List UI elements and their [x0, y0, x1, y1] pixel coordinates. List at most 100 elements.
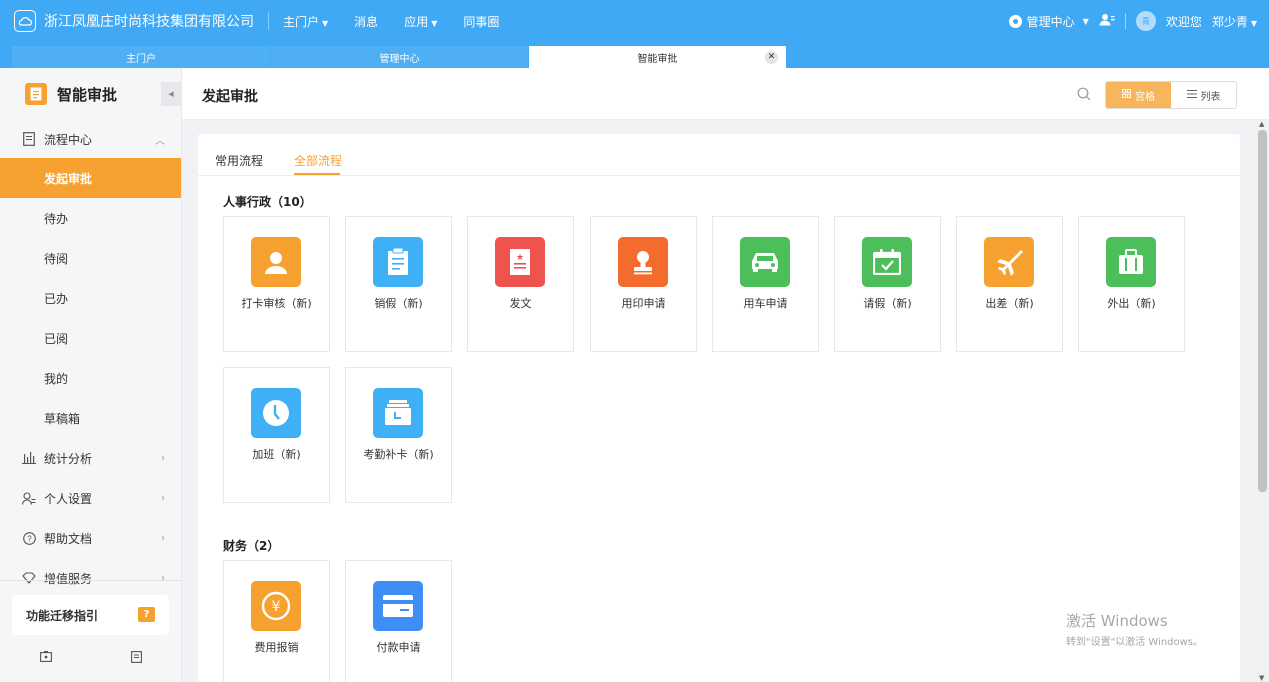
- person-icon: [251, 237, 301, 287]
- nav-messages[interactable]: 消息: [354, 13, 378, 30]
- card-label: 请假（新): [863, 297, 912, 310]
- tab-smart-approval[interactable]: 智能审批 ✕: [529, 46, 786, 68]
- calendar-icon: [862, 237, 912, 287]
- scroll-up-icon[interactable]: ▲: [1259, 120, 1264, 128]
- process-card-attendance-fix[interactable]: 考勤补卡（新): [345, 367, 452, 503]
- grid-icon: [1122, 89, 1131, 101]
- avatar[interactable]: 青: [1135, 11, 1156, 31]
- sidebar-item-done[interactable]: 已办: [0, 278, 181, 318]
- chevron-up-icon: ︿: [155, 135, 165, 147]
- help-icon: ?: [22, 531, 36, 545]
- menu-statistics[interactable]: 统计分析 ›: [0, 438, 181, 478]
- document-icon: ★: [495, 237, 545, 287]
- sidebar-item-start-approval[interactable]: 发起审批: [0, 158, 181, 198]
- stamp-icon: [618, 237, 668, 287]
- card-label: 外出（新): [1107, 297, 1156, 310]
- process-card-overtime[interactable]: 加班（新): [223, 367, 330, 503]
- scrollbar-thumb[interactable]: [1258, 130, 1267, 492]
- user-menu[interactable]: 郑少青 ▼: [1212, 13, 1257, 30]
- scroll-down-icon[interactable]: ▼: [1259, 674, 1264, 682]
- welcome-text: 欢迎您: [1165, 14, 1202, 29]
- notes-icon[interactable]: [130, 651, 142, 666]
- watermark-line1: 激活 Windows: [1066, 612, 1168, 630]
- menu-personal-settings[interactable]: 个人设置 ›: [0, 478, 181, 518]
- tab-admin-center[interactable]: 管理中心: [271, 46, 528, 68]
- menu-help-docs[interactable]: ? 帮助文档 ›: [0, 518, 181, 558]
- view-toggle: 宫格 列表: [1105, 81, 1237, 109]
- menu-label: 个人设置: [44, 491, 93, 506]
- nav-portal[interactable]: 主门户 ▼: [283, 13, 328, 30]
- migration-guide-button[interactable]: 功能迁移指引 ?: [12, 595, 169, 635]
- screen-icon[interactable]: [39, 651, 52, 666]
- card-label: 付款申请: [376, 641, 421, 654]
- scrollbar[interactable]: ▲ ▼: [1256, 120, 1269, 682]
- guide-label: 功能迁移指引: [26, 608, 99, 623]
- nav-apps[interactable]: 应用 ▼: [404, 13, 437, 30]
- collapse-sidebar-button[interactable]: ◀: [161, 82, 181, 106]
- page-title: 发起审批: [202, 89, 258, 105]
- list-view-label: 列表: [1200, 91, 1221, 103]
- chevron-right-icon: ›: [161, 532, 165, 544]
- process-card-issue-document[interactable]: ★ 发文: [467, 216, 574, 352]
- app-title: 智能审批: [57, 85, 118, 104]
- clock-icon: [251, 388, 301, 438]
- admin-center-menu[interactable]: 管理中心 ▼: [1008, 13, 1089, 30]
- section-title-hr: 人事行政（10）: [223, 195, 312, 209]
- process-card-payment-request[interactable]: 付款申请: [345, 560, 452, 682]
- top-right: 管理中心 ▼ 青 欢迎您 郑少青 ▼: [1008, 0, 1257, 42]
- company-name: 浙江凤凰庄时尚科技集团有限公司: [44, 14, 254, 30]
- process-card-punch-review[interactable]: 打卡审核（新): [223, 216, 330, 352]
- svg-text:?: ?: [27, 534, 32, 543]
- process-card-go-out[interactable]: 外出（新): [1078, 216, 1185, 352]
- panel-tabs: 常用流程 全部流程: [198, 134, 1240, 176]
- process-card-car-request[interactable]: 用车申请: [712, 216, 819, 352]
- svg-text:¥: ¥: [272, 599, 281, 615]
- process-card-business-trip[interactable]: 出差（新): [956, 216, 1063, 352]
- sidebar-item-drafts[interactable]: 草稿箱: [0, 398, 181, 438]
- clipboard-icon: [373, 237, 423, 287]
- card-label: 费用报销: [254, 641, 299, 654]
- card-icon: [373, 581, 423, 631]
- nav-apps-label: 应用: [404, 14, 429, 29]
- tab-main-portal[interactable]: 主门户: [12, 46, 270, 68]
- tab-common-processes[interactable]: 常用流程: [215, 152, 263, 169]
- menu-label: 统计分析: [44, 451, 93, 466]
- user-name: 郑少青: [1211, 14, 1248, 29]
- top-bar: 浙江凤凰庄时尚科技集团有限公司 主门户 ▼ 消息 应用 ▼ 同事圈 管理中心 ▼ 青…: [0, 0, 1269, 42]
- sidebar-item-todo[interactable]: 待办: [0, 198, 181, 238]
- yuan-icon: ¥: [251, 581, 301, 631]
- sidebar-item-to-read[interactable]: 待阅: [0, 238, 181, 278]
- nav-colleagues[interactable]: 同事圈: [463, 13, 499, 30]
- process-card-leave[interactable]: 请假（新): [834, 216, 941, 352]
- user-settings-icon: [22, 491, 36, 505]
- grid-view-label: 宫格: [1135, 91, 1155, 103]
- card-label: 出差（新): [985, 297, 1034, 310]
- caret-down-icon: ▼: [431, 18, 438, 28]
- list-view-button[interactable]: 列表: [1171, 82, 1236, 108]
- process-card-cancel-leave[interactable]: 销假（新): [345, 216, 452, 352]
- menu-process-center[interactable]: 流程中心 ︿: [0, 120, 181, 158]
- logo[interactable]: 浙江凤凰庄时尚科技集团有限公司: [0, 0, 254, 42]
- cloud-icon: [14, 10, 36, 32]
- process-card-seal-request[interactable]: 用印申请: [590, 216, 697, 352]
- sidebar-item-read[interactable]: 已阅: [0, 318, 181, 358]
- divider: [1124, 13, 1126, 29]
- close-icon[interactable]: ✕: [765, 51, 778, 64]
- airplane-icon: [984, 237, 1034, 287]
- watermark-line2: 转到"设置"以激活 Windows。: [1066, 637, 1204, 648]
- grid-view-button[interactable]: 宫格: [1106, 82, 1171, 108]
- menu-label: 流程中心: [44, 132, 93, 147]
- card-label: 考勤补卡（新): [363, 448, 434, 461]
- process-card-expense-claim[interactable]: ¥ 费用报销: [223, 560, 330, 682]
- search-icon[interactable]: [1077, 87, 1091, 104]
- tab-bar: 主门户 管理中心 智能审批 ✕: [0, 42, 1269, 68]
- card-label: 用印申请: [621, 297, 666, 310]
- section-title-finance: 财务（2）: [223, 539, 280, 553]
- footer-icons: [0, 651, 181, 666]
- sidebar-item-mine[interactable]: 我的: [0, 358, 181, 398]
- contacts-icon[interactable]: [1099, 13, 1115, 29]
- sidebar-footer: 功能迁移指引 ?: [0, 580, 181, 682]
- admin-center-label: 管理中心: [1026, 14, 1075, 29]
- tab-all-processes[interactable]: 全部流程: [294, 152, 342, 169]
- card-label: 打卡审核（新): [241, 297, 312, 310]
